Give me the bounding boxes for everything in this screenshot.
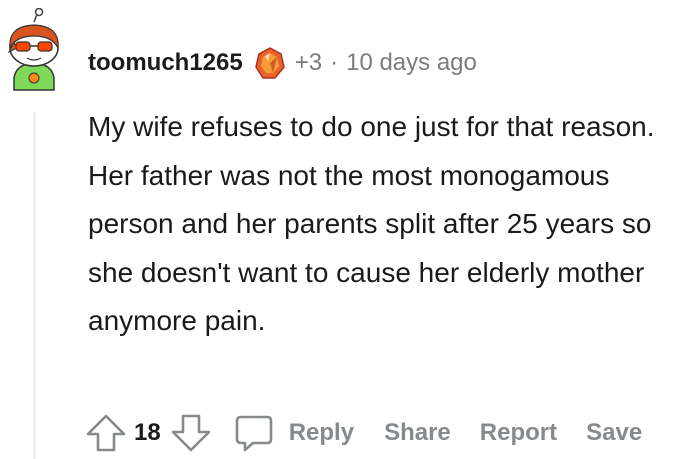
upvote-arrow-icon bbox=[86, 414, 126, 452]
save-button[interactable]: Save bbox=[586, 419, 642, 447]
award-icon[interactable] bbox=[253, 45, 287, 81]
comment-meta: toomuch1265 +3 · 10 days ago bbox=[88, 43, 477, 83]
comment-body: My wife refuses to do one just for that … bbox=[88, 111, 655, 336]
comment-bubble-icon bbox=[235, 415, 273, 452]
award-count: +3 bbox=[294, 49, 323, 76]
comment: toomuch1265 +3 · 10 days ago My wife ref… bbox=[0, 0, 700, 459]
vote-score: 18 bbox=[134, 419, 161, 446]
downvote-button[interactable] bbox=[169, 412, 213, 454]
upvote-button[interactable] bbox=[84, 412, 128, 454]
comment-actions: 18 Reply Share Report Save bbox=[84, 410, 700, 456]
meta-separator: · bbox=[330, 49, 339, 76]
username-link[interactable]: toomuch1265 bbox=[88, 49, 243, 77]
report-button[interactable]: Report bbox=[480, 419, 557, 447]
reply-button[interactable]: Reply bbox=[233, 413, 354, 453]
timestamp[interactable]: 10 days ago bbox=[346, 49, 477, 77]
avatar-icon[interactable] bbox=[0, 8, 70, 98]
reply-label: Reply bbox=[288, 419, 355, 446]
thread-line[interactable] bbox=[33, 112, 36, 459]
downvote-arrow-icon bbox=[171, 414, 211, 452]
share-button[interactable]: Share bbox=[384, 419, 451, 447]
